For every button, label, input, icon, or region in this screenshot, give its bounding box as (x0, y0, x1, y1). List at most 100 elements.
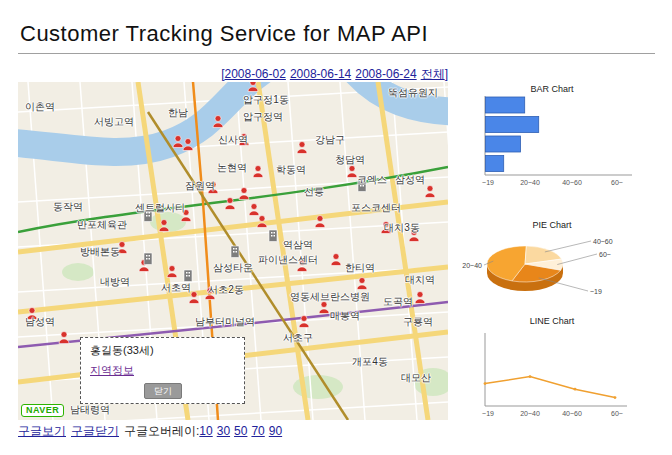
axis-line (485, 175, 632, 176)
axis-tick: ~19 (482, 179, 494, 186)
map-label: 삼성역 (395, 174, 425, 186)
person-icon (314, 215, 326, 228)
person-body (297, 267, 307, 272)
data-point (574, 388, 577, 391)
pie-label: ~19 (590, 288, 602, 295)
person-head (255, 166, 261, 172)
date-link[interactable]: 전체 (421, 66, 445, 82)
person-icon[interactable] (238, 187, 250, 200)
person-icon[interactable] (356, 277, 368, 290)
person-body (159, 227, 169, 232)
date-link[interactable]: 2008-06-14 (290, 66, 351, 82)
person-head (241, 188, 247, 194)
person-icon[interactable] (256, 215, 268, 228)
person-body (425, 193, 435, 198)
google-link[interactable]: 구글보기 (18, 423, 66, 439)
person-icon[interactable] (414, 291, 426, 304)
building-window (189, 275, 191, 277)
person-body (357, 285, 367, 290)
bar (486, 136, 521, 152)
map-label: 매봉역 (330, 310, 360, 322)
person-icon (224, 197, 236, 210)
person-body (331, 261, 341, 266)
line-plot: ~1920~4040~6060~ (462, 328, 642, 419)
person-head (227, 198, 233, 204)
map-column: [2008-06-022008-06-142008-06-24전체]압구정1동뚝… (18, 66, 448, 439)
map-label: 서초구 (283, 332, 313, 344)
date-link[interactable]: 2008-06-02 (224, 66, 285, 82)
person-icon[interactable] (58, 331, 70, 344)
person-icon[interactable] (346, 165, 358, 178)
person-icon[interactable] (298, 315, 310, 328)
person-head (169, 266, 175, 272)
map-label: 서초역 (161, 282, 191, 294)
person-body (225, 205, 235, 210)
person-icon[interactable] (248, 203, 260, 216)
google-link[interactable]: 구글닫기 (71, 423, 119, 439)
date-link[interactable]: 2008-06-24 (355, 66, 416, 82)
person-icon (256, 215, 268, 228)
building-icon (182, 269, 194, 282)
person-icon[interactable] (247, 82, 259, 92)
map-label: 남태령역 (70, 404, 110, 416)
overlay-level-link[interactable]: 10 (199, 423, 212, 439)
person-icon[interactable] (158, 219, 170, 232)
building-icon (267, 229, 279, 242)
road (258, 82, 308, 420)
data-point (529, 375, 532, 378)
overlay-level-link[interactable]: 30 (217, 423, 230, 439)
axis-tick: 40~60 (562, 410, 582, 417)
road (378, 82, 428, 420)
region-info-link[interactable]: 지역정보 (90, 363, 134, 377)
overlay-level-link[interactable]: 50 (234, 423, 247, 439)
customer-name: 홍길동(33세) (90, 343, 235, 357)
person-icon (248, 203, 260, 216)
person-icon (298, 315, 310, 328)
person-icon[interactable] (330, 253, 342, 266)
map-label: 코엑스 (357, 174, 387, 186)
person-icon[interactable] (212, 115, 224, 128)
person-icon[interactable] (318, 301, 330, 314)
map-label: 파이낸스센터 (258, 254, 318, 266)
person-body (253, 173, 263, 178)
map-label: 구룡역 (403, 316, 433, 328)
building-window (236, 248, 238, 250)
axis-line (485, 406, 627, 407)
person-head (417, 292, 423, 298)
person-icon[interactable] (172, 135, 184, 148)
street (18, 402, 448, 420)
person-body (167, 273, 177, 278)
person-icon[interactable] (224, 197, 236, 210)
person-icon[interactable] (182, 138, 194, 151)
park (62, 263, 94, 281)
person-icon[interactable] (424, 185, 436, 198)
person-icon[interactable] (296, 141, 308, 154)
pie-plot: ~1920~4040~6060~ (462, 232, 642, 312)
person-icon[interactable] (166, 265, 178, 278)
overlay-level-link[interactable]: 90 (269, 423, 282, 439)
person-icon[interactable] (252, 165, 264, 178)
bar (486, 156, 504, 172)
map-label: 대모산 (401, 372, 431, 384)
map[interactable]: 압구정1동뚝섬유원지이촌역서빙고역한남압구정역신사역강남구청담역잠원역논현역학동… (18, 82, 448, 420)
chart-column: BAR Chart~1920~4040~6060~PIE Chart~1920~… (462, 66, 642, 439)
date-links: 2008-06-02 2008-06-142008-06-24 전체 (224, 66, 444, 82)
person-body (183, 146, 193, 151)
person-body (248, 87, 258, 92)
person-body (205, 295, 215, 300)
person-icon (356, 277, 368, 290)
data-point (484, 382, 487, 385)
map-label: 뚝섬유원지 (388, 87, 438, 99)
close-button[interactable]: 닫기 (144, 383, 182, 399)
person-icon (182, 138, 194, 151)
map-label: 남성역 (25, 316, 55, 328)
pie-label: 60~ (599, 251, 611, 258)
building-window (149, 258, 151, 260)
person-icon[interactable] (314, 215, 326, 228)
person-icon (247, 82, 259, 92)
person-body (139, 267, 149, 272)
pie-leader (484, 261, 493, 265)
overlay-level-link[interactable]: 70 (251, 423, 264, 439)
person-head (250, 82, 256, 86)
chart-title: LINE Chart (462, 314, 642, 328)
